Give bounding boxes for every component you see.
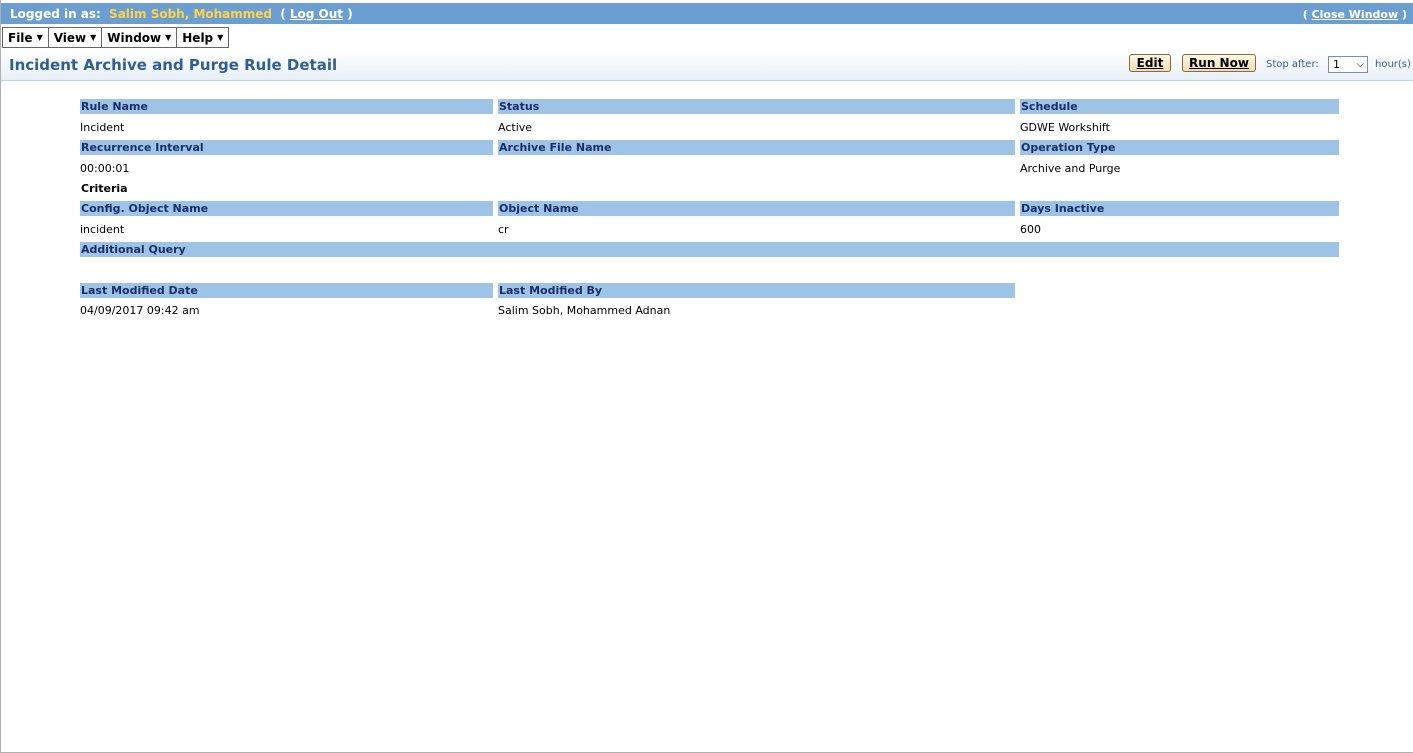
recurrence-interval-label: Recurrence Interval bbox=[80, 140, 493, 155]
criteria-heading: Criteria bbox=[81, 182, 128, 195]
last-modified-date-label: Last Modified Date bbox=[80, 283, 493, 298]
operation-type-label: Operation Type bbox=[1020, 140, 1339, 155]
caret-down-icon: ▼ bbox=[217, 33, 224, 42]
menu-window[interactable]: Window ▼ bbox=[102, 27, 178, 48]
close-window-link[interactable]: Close Window bbox=[1312, 8, 1399, 21]
recurrence-interval-value: 00:00:01 bbox=[80, 162, 130, 175]
last-modified-by-value: Salim Sobh, Mohammed Adnan bbox=[498, 304, 671, 317]
days-inactive-label: Days Inactive bbox=[1020, 201, 1339, 216]
page-header: Incident Archive and Purge Rule Detail E… bbox=[1, 50, 1413, 81]
status-value: Active bbox=[498, 121, 533, 134]
days-inactive-value: 600 bbox=[1020, 223, 1041, 236]
logged-in-label: Logged in as: bbox=[10, 7, 101, 21]
menu-view[interactable]: View ▼ bbox=[48, 27, 103, 48]
rule-name-value: Incident bbox=[80, 121, 125, 134]
archive-file-name-label: Archive File Name bbox=[498, 140, 1015, 155]
last-modified-date-value: 04/09/2017 09:42 am bbox=[80, 304, 200, 317]
run-now-button[interactable]: Run Now bbox=[1182, 54, 1256, 72]
rule-name-label: Rule Name bbox=[80, 99, 493, 114]
menu-file-label: File bbox=[8, 30, 33, 45]
stop-after-value: 1 bbox=[1333, 58, 1340, 71]
user-name: Salim Sobh, Mohammed bbox=[109, 7, 273, 21]
additional-query-label: Additional Query bbox=[80, 242, 1339, 257]
operation-type-value: Archive and Purge bbox=[1020, 162, 1121, 175]
config-object-name-value: incident bbox=[80, 223, 125, 236]
login-info: Logged in as: Salim Sobh, Mohammed ( Log… bbox=[10, 7, 353, 21]
page-title: Incident Archive and Purge Rule Detail bbox=[9, 56, 338, 74]
object-name-value: cr bbox=[498, 223, 509, 236]
menu-window-label: Window bbox=[107, 30, 162, 45]
last-modified-by-label: Last Modified By bbox=[498, 283, 1015, 298]
stop-after-label: Stop after: bbox=[1266, 59, 1319, 70]
caret-down-icon: ▼ bbox=[90, 33, 97, 42]
stop-after-select[interactable]: 1 ⌵ bbox=[1328, 56, 1368, 73]
login-bar: Logged in as: Salim Sobh, Mohammed ( Log… bbox=[1, 3, 1413, 24]
logout-link[interactable]: Log Out bbox=[290, 7, 343, 21]
menu-view-label: View bbox=[53, 30, 87, 45]
hours-label: hour(s) bbox=[1375, 59, 1411, 70]
menu-bar: File ▼ View ▼ Window ▼ Help ▼ bbox=[2, 27, 230, 48]
menu-help-label: Help bbox=[182, 30, 214, 45]
schedule-value: GDWE Workshift bbox=[1020, 121, 1110, 134]
schedule-label: Schedule bbox=[1020, 99, 1339, 114]
logout-wrapper: ( Log Out ) bbox=[280, 7, 353, 21]
edit-button[interactable]: Edit bbox=[1129, 54, 1171, 72]
status-label: Status bbox=[498, 99, 1015, 114]
config-object-name-label: Config. Object Name bbox=[80, 201, 493, 216]
chevron-down-icon: ⌵ bbox=[1356, 59, 1364, 70]
close-window-wrapper: ( Close Window ) bbox=[1302, 8, 1407, 21]
caret-down-icon: ▼ bbox=[165, 33, 172, 42]
menu-help[interactable]: Help ▼ bbox=[177, 27, 230, 48]
menu-file[interactable]: File ▼ bbox=[2, 27, 49, 48]
object-name-label: Object Name bbox=[498, 201, 1015, 216]
caret-down-icon: ▼ bbox=[36, 33, 43, 42]
